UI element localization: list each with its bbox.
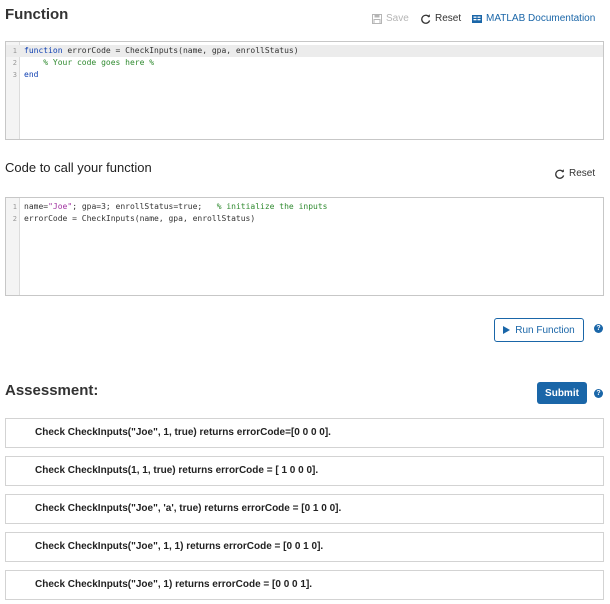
code-line[interactable]: 2 errorCode = CheckInputs(name, gpa, enro… (6, 213, 603, 225)
assessment-check-1: Check CheckInputs("Joe", 1, true) return… (5, 418, 604, 448)
assessment-check-4: Check CheckInputs("Joe", 1, 1) returns e… (5, 532, 604, 562)
code-token: function (24, 46, 63, 55)
call-section-title: Code to call your function (5, 160, 152, 175)
run-function-button[interactable]: Run Function (494, 318, 584, 342)
assessment-check-3: Check CheckInputs("Joe", 'a', true) retu… (5, 494, 604, 524)
reset-icon (421, 13, 431, 24)
check-text: Check CheckInputs("Joe", 1, true) return… (35, 427, 331, 438)
code-text: end (24, 69, 38, 81)
check-text: Check CheckInputs(1, 1, true) returns er… (35, 465, 319, 476)
assessment-title: Assessment: (5, 382, 99, 399)
line-number: 2 (12, 59, 17, 67)
documentation-label: MATLAB Documentation (486, 13, 596, 24)
run-function-label: Run Function (515, 324, 575, 336)
check-text: Check CheckInputs("Joe", 1, 1) returns e… (35, 541, 324, 552)
run-help-icon[interactable]: ? (594, 324, 603, 333)
code-token: % initialize the inputs (216, 202, 328, 211)
code-line[interactable]: 3 end (6, 69, 603, 81)
code-token: name= (24, 202, 49, 211)
save-label: Save (386, 13, 409, 24)
code-line[interactable]: 2 % Your code goes here % (6, 57, 603, 69)
function-code-editor[interactable]: 1 function errorCode = CheckInputs(name, … (5, 41, 604, 140)
call-reset-button[interactable]: Reset (555, 168, 595, 179)
submit-label: Submit (545, 387, 579, 399)
line-number: 2 (12, 215, 17, 223)
play-icon (503, 326, 511, 334)
reset-label: Reset (435, 13, 462, 24)
code-token: "Joe" (48, 202, 73, 211)
code-text: function errorCode = CheckInputs(name, g… (24, 45, 299, 57)
code-text: errorCode = CheckInputs(name, gpa, enrol… (24, 213, 255, 225)
function-title: Function (5, 6, 69, 23)
code-line[interactable]: 1 name="Joe"; gpa=3; enrollStatus=true; %… (6, 201, 603, 213)
documentation-icon (472, 14, 482, 23)
call-code-editor[interactable]: 1 name="Joe"; gpa=3; enrollStatus=true; %… (5, 197, 604, 296)
code-token: errorCode = CheckInputs(name, gpa, enrol… (24, 214, 256, 223)
code-text: name="Joe"; gpa=3; enrollStatus=true; % … (24, 201, 327, 213)
reset-button[interactable]: Reset (421, 13, 461, 24)
assessment-check-5: Check CheckInputs("Joe", 1) returns erro… (5, 570, 604, 600)
code-line[interactable]: 1 function errorCode = CheckInputs(name, … (6, 45, 603, 57)
line-number: 1 (12, 47, 17, 55)
line-number: 1 (12, 203, 17, 211)
code-token: ; gpa=3; enrollStatus=true; (72, 202, 217, 211)
check-text: Check CheckInputs("Joe", 'a', true) retu… (35, 503, 342, 514)
call-reset-label: Reset (569, 168, 596, 179)
code-token: % Your code goes here % (24, 58, 155, 67)
save-button[interactable]: Save (372, 13, 409, 24)
check-text: Check CheckInputs("Joe", 1) returns erro… (35, 579, 313, 590)
submit-help-icon[interactable]: ? (594, 389, 603, 398)
submit-button[interactable]: Submit (537, 382, 587, 404)
assessment-check-2: Check CheckInputs(1, 1, true) returns er… (5, 456, 604, 486)
reset-icon (555, 168, 565, 179)
code-token: errorCode = CheckInputs(name, gpa, enrol… (62, 46, 299, 55)
line-number: 3 (12, 71, 17, 79)
save-icon (372, 13, 382, 24)
code-text: % Your code goes here % (24, 57, 154, 69)
matlab-documentation-link[interactable]: MATLAB Documentation (472, 13, 595, 24)
code-token: end (24, 70, 39, 79)
